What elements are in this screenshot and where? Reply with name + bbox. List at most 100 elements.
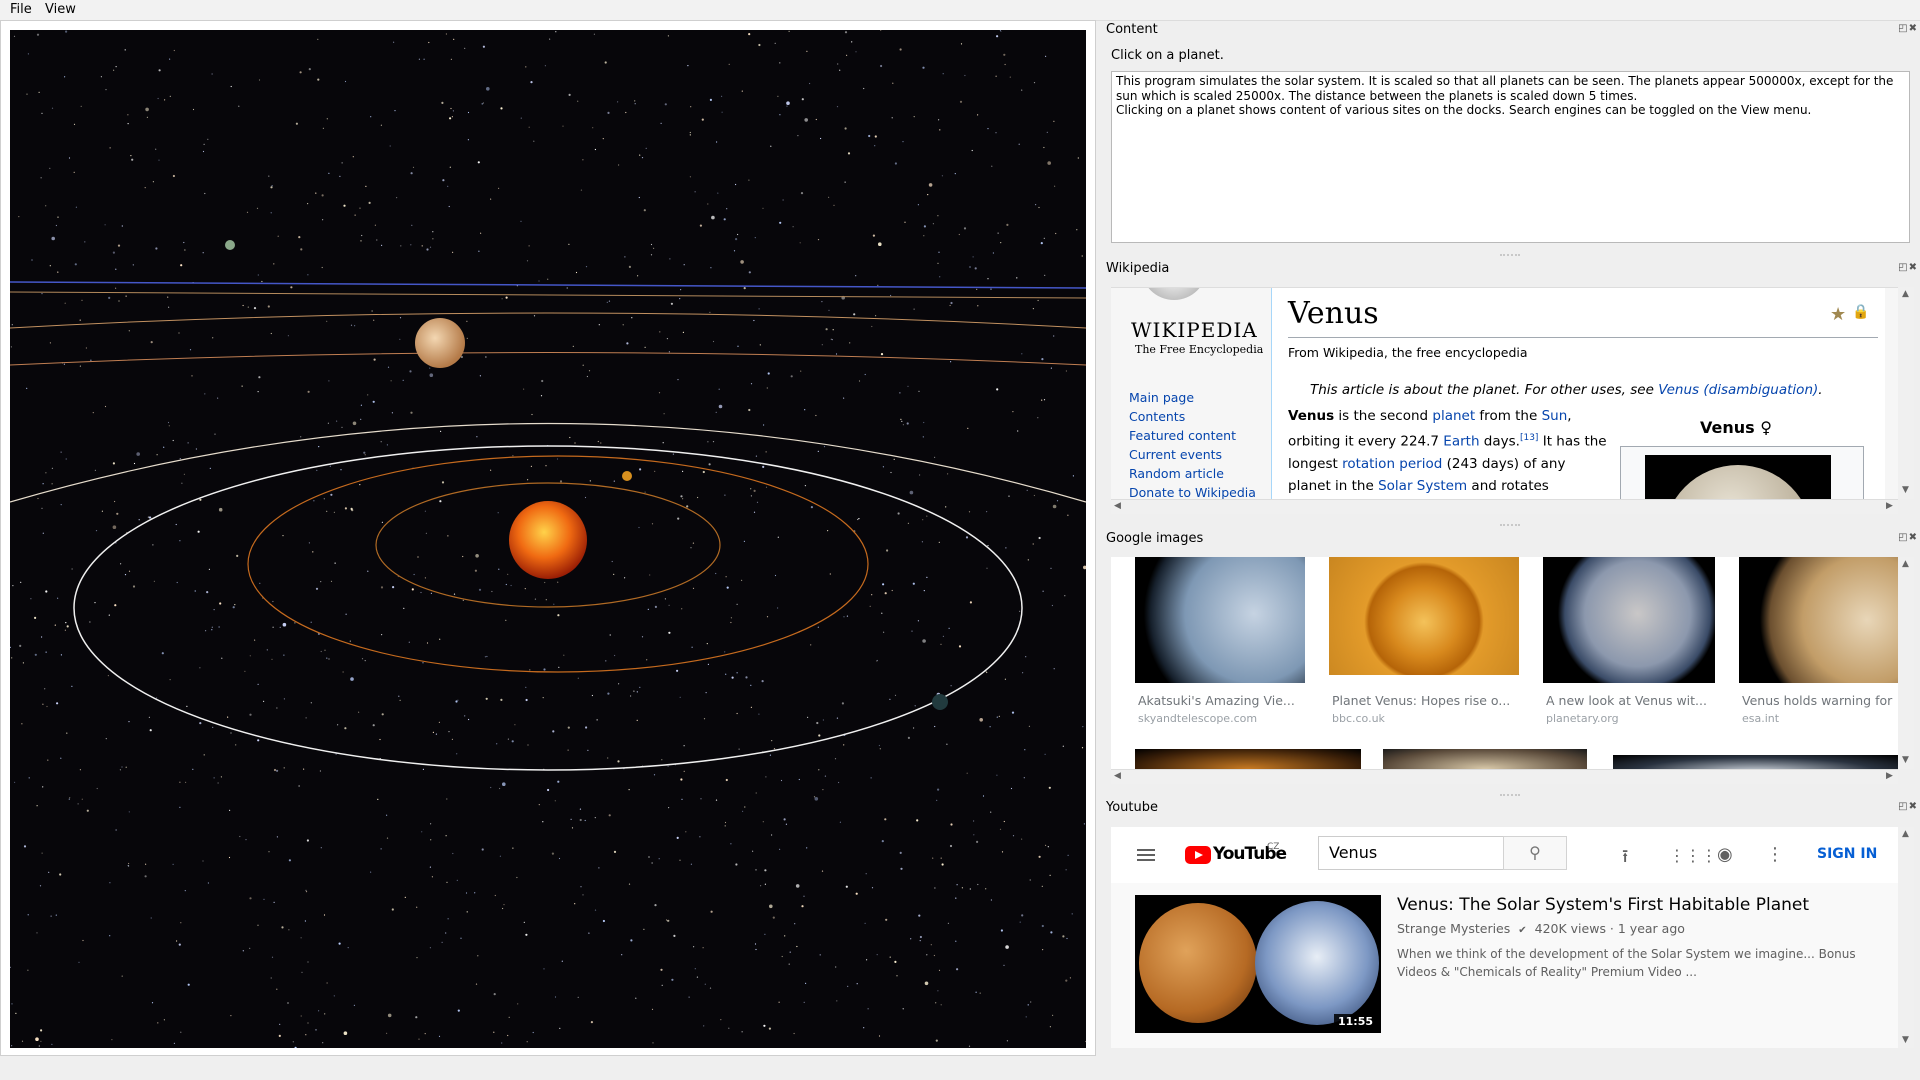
scroll-up-icon[interactable]: ▲ [1902,559,1909,569]
link-planet[interactable]: planet [1432,408,1475,424]
article-lead: Venus is the second planet from the Sun,… [1288,405,1608,497]
wiki-nav-current-events[interactable]: Current events [1129,445,1256,464]
dock-resize-handle[interactable] [1500,254,1520,258]
dock-buttons-wikipedia[interactable]: ◰✖ [1898,262,1918,273]
google-horizontal-scrollbar[interactable]: ◀ ▶ [1111,769,1898,784]
verified-icon: ✔ [1518,925,1527,936]
image-thumbnail[interactable] [1135,557,1305,683]
dock-resize-handle[interactable] [1500,794,1520,798]
planet-jupiter[interactable] [415,318,465,368]
youtube-search-input[interactable]: Venus [1318,836,1504,870]
video-thumbnail[interactable]: 11:55 [1135,895,1381,1033]
link-earth[interactable]: Earth [1443,434,1479,450]
youtube-webview[interactable]: YouTube CZ Venus ⚲ ⭱ ⋮⋮⋮ ◉ ⋮ SIGN IN 11:… [1111,827,1898,1048]
image-thumbnail[interactable] [1383,749,1587,769]
image-thumbnail[interactable] [1135,749,1361,769]
solar-system-view[interactable] [10,30,1086,1048]
scroll-down-icon[interactable]: ▼ [1902,1035,1909,1045]
lead-text: is the second [1334,408,1433,424]
image-result[interactable]: Planet Venus: Hopes rise o... bbc.co.uk [1329,557,1521,737]
scroll-right-icon[interactable]: ▶ [1886,771,1893,781]
menu-file[interactable]: File [10,2,32,17]
wiki-nav-donate[interactable]: Donate to Wikipedia [1129,483,1256,500]
image-caption[interactable]: Venus holds warning for [1742,693,1892,708]
scroll-left-icon[interactable]: ◀ [1114,771,1121,781]
article-title: Venus [1288,296,1379,331]
dock-buttons-content[interactable]: ◰✖ [1898,23,1918,34]
scroll-down-icon[interactable]: ▼ [1902,485,1909,495]
wiki-nav-main-page[interactable]: Main page [1129,388,1256,407]
orbit-saturn [10,312,1086,329]
dock-buttons-google[interactable]: ◰✖ [1898,532,1918,543]
menu-view[interactable]: View [45,2,76,17]
reference-link[interactable]: [13] [1520,433,1538,443]
sun[interactable] [509,501,587,579]
image-site[interactable]: esa.int [1742,712,1779,725]
hatnote-link[interactable]: Venus (disambiguation) [1658,382,1818,398]
link-sun[interactable]: Sun [1542,408,1568,424]
scroll-right-icon[interactable]: ▶ [1886,501,1893,511]
content-hint: Click on a planet. [1111,48,1224,63]
scroll-down-icon[interactable]: ▼ [1902,755,1909,765]
content-description-box[interactable]: This program simulates the solar system.… [1111,71,1910,243]
video-title[interactable]: Venus: The Solar System's First Habitabl… [1397,895,1809,915]
lock-icon: 🔒 [1852,304,1870,320]
image-result[interactable]: Venus holds warning for esa.int [1739,557,1898,737]
link-solar-system[interactable]: Solar System [1378,478,1467,494]
upload-age: 1 year ago [1617,921,1685,936]
image-caption[interactable]: Planet Venus: Hopes rise o... [1332,693,1510,708]
wiki-nav-contents[interactable]: Contents [1129,407,1256,426]
scroll-up-icon[interactable]: ▲ [1902,829,1909,839]
messages-icon[interactable]: ◉ [1717,844,1733,865]
youtube-scrollbar[interactable]: ▲ ▼ [1898,827,1914,1048]
article-from: From Wikipedia, the free encyclopedia [1288,345,1528,360]
wiki-horizontal-scrollbar[interactable]: ◀ ▶ [1111,499,1898,514]
menu-icon[interactable] [1137,849,1155,861]
wikipedia-tagline: The Free Encyclopedia [1135,343,1264,356]
image-thumbnail[interactable] [1329,557,1519,675]
google-images-webview[interactable]: Akatsuki's Amazing Vie... skyandtelescop… [1111,557,1898,769]
hatnote-text: This article is about the planet. For ot… [1310,382,1659,398]
image-caption[interactable]: A new look at Venus wit... [1546,693,1707,708]
menu-bar: File View [0,0,1920,21]
planet-earth[interactable] [932,694,948,710]
upload-icon[interactable]: ⭱ [1622,844,1628,874]
wiki-scrollbar[interactable]: ▲ ▼ [1898,287,1914,499]
dock-title-google: Google images [1106,531,1204,546]
orbit-uranus [10,291,1086,299]
apps-grid-icon[interactable]: ⋮⋮⋮ [1669,846,1717,865]
image-site[interactable]: planetary.org [1546,712,1619,725]
dock-title-content: Content [1106,22,1158,37]
image-caption[interactable]: Akatsuki's Amazing Vie... [1138,693,1295,708]
more-options-icon[interactable]: ⋮ [1766,844,1784,865]
image-site[interactable]: bbc.co.uk [1332,712,1385,725]
infobox-venus-image[interactable] [1645,455,1831,500]
image-thumbnail[interactable] [1543,557,1715,683]
wiki-nav-random[interactable]: Random article [1129,464,1256,483]
wikipedia-globe-logo[interactable] [1141,288,1207,300]
youtube-logo-icon[interactable] [1185,846,1211,864]
google-scrollbar[interactable]: ▲ ▼ [1898,557,1914,769]
link-rotation-period[interactable]: rotation period [1342,456,1442,472]
wikipedia-webview[interactable]: WIKIPEDIA The Free Encyclopedia Main pag… [1111,287,1898,500]
channel-name[interactable]: Strange Mysteries [1397,921,1510,936]
venus-image [1139,903,1257,1023]
planet-venus[interactable] [622,471,632,481]
sign-in-button[interactable]: SIGN IN [1817,846,1877,862]
wikipedia-nav: Main page Contents Featured content Curr… [1129,388,1256,500]
image-result[interactable]: Akatsuki's Amazing Vie... skyandtelescop… [1135,557,1305,737]
image-thumbnail[interactable] [1739,557,1898,683]
image-result[interactable]: A new look at Venus wit... planetary.org [1543,557,1721,737]
wikipedia-wordmark[interactable]: WIKIPEDIA [1131,318,1258,342]
planet-uranus[interactable] [225,240,235,250]
article-hatnote: This article is about the planet. For ot… [1310,382,1823,398]
dock-buttons-youtube[interactable]: ◰✖ [1898,801,1918,812]
image-thumbnail[interactable] [1613,755,1898,769]
image-site[interactable]: skyandtelescope.com [1138,712,1257,725]
lead-text: days. [1479,433,1520,450]
search-icon[interactable]: ⚲ [1503,836,1567,870]
scroll-up-icon[interactable]: ▲ [1902,289,1909,299]
dock-resize-handle[interactable] [1500,524,1520,528]
wiki-nav-featured[interactable]: Featured content [1129,426,1256,445]
scroll-left-icon[interactable]: ◀ [1114,501,1121,511]
